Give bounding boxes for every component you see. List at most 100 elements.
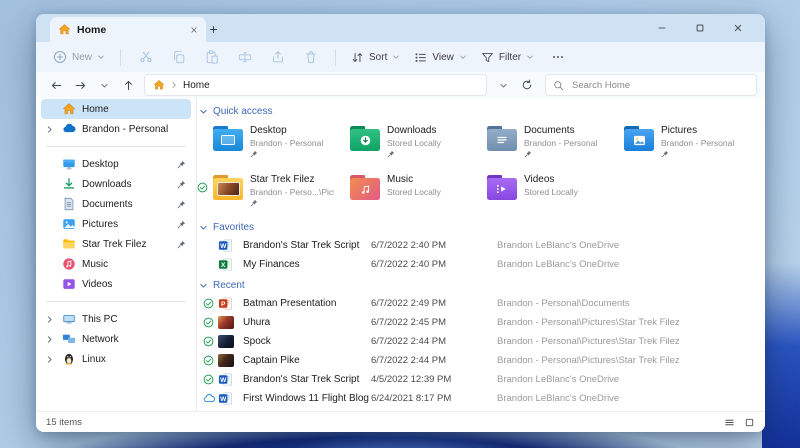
cloud-status-icon (203, 393, 218, 405)
breadcrumb[interactable]: Home (144, 74, 487, 96)
file-location: Brandon - Personal\Documents (497, 298, 630, 309)
file-row[interactable]: Brandon's Star Trek Script 6/7/2022 2:40… (197, 236, 765, 255)
tile-pictures[interactable]: Pictures Brandon - Personal (608, 122, 745, 166)
sidebar-item-documents[interactable]: Documents (41, 194, 191, 214)
search-box[interactable] (545, 74, 757, 96)
home-icon (62, 102, 76, 116)
section-header-recent[interactable]: Recent (199, 277, 765, 293)
sidebar-item-home[interactable]: Home (41, 99, 191, 119)
documents-icon (62, 197, 76, 211)
sidebar-item-videos[interactable]: Videos (41, 274, 191, 294)
status-bar: 15 items (36, 411, 765, 432)
recent-list: Batman Presentation 6/7/2022 2:49 PM Bra… (197, 294, 765, 408)
filter-label: Filter (498, 51, 522, 63)
toolbar-divider (120, 48, 122, 66)
file-row[interactable]: Brandon's Star Trek Script 4/5/2022 12:3… (197, 370, 765, 389)
back-button[interactable] (44, 74, 68, 96)
excel-file-icon (218, 257, 234, 272)
file-row[interactable]: Captain Pike 6/7/2022 2:44 PM Brandon - … (197, 351, 765, 370)
rename-icon (238, 50, 252, 64)
file-row[interactable]: Uhura 6/7/2022 2:45 PM Brandon - Persona… (197, 313, 765, 332)
chevron-right-icon[interactable] (45, 315, 56, 324)
tile-subtitle: Brandon - Personal (250, 138, 324, 148)
minimize-button[interactable] (643, 14, 681, 42)
tile-downloads[interactable]: Downloads Stored Locally (334, 122, 471, 166)
tile-name: Videos (524, 174, 555, 185)
new-tab-button[interactable] (202, 19, 224, 40)
sidebar-item-star-trek-filez[interactable]: Star Trek Filez (41, 234, 191, 254)
refresh-button[interactable] (515, 74, 539, 96)
section-header-quick-access[interactable]: Quick access (199, 103, 765, 119)
folder-icon (62, 237, 76, 251)
sidebar-item-label: Documents (82, 198, 133, 210)
delete-button[interactable] (297, 45, 324, 69)
thumbnail-view-icon[interactable] (744, 417, 755, 428)
forward-button[interactable] (68, 74, 92, 96)
item-count: 15 items (46, 416, 82, 428)
tile-documents[interactable]: Documents Brandon - Personal (471, 122, 608, 166)
cut-button[interactable] (132, 45, 159, 69)
chevron-right-icon[interactable] (45, 335, 56, 344)
sidebar-item-desktop[interactable]: Desktop (41, 154, 191, 174)
tile-subtitle: Stored Locally (387, 138, 441, 148)
date-modified: 6/7/2022 2:49 PM (371, 298, 446, 309)
tile-subtitle: Stored Locally (524, 187, 578, 197)
sidebar-item-label: Pictures (82, 218, 119, 230)
maximize-button[interactable] (681, 14, 719, 42)
sidebar-item-network[interactable]: Network (41, 329, 191, 349)
sort-button[interactable]: Sort (344, 45, 407, 69)
chevron-right-icon[interactable] (45, 125, 56, 134)
maximize-icon (695, 23, 705, 33)
copy-button[interactable] (165, 45, 192, 69)
tile-subtitle: Brandon - Personal (524, 138, 598, 148)
tile-name: Documents (524, 125, 575, 136)
downloads-icon (62, 177, 76, 191)
share-button[interactable] (264, 45, 291, 69)
close-button[interactable] (719, 14, 757, 42)
tile-music[interactable]: Music Stored Locally (334, 171, 471, 215)
sidebar-divider (46, 301, 186, 302)
section-label: Recent (213, 279, 245, 291)
sidebar-item-downloads[interactable]: Downloads (41, 174, 191, 194)
sidebar-item-music[interactable]: Music (41, 254, 191, 274)
rename-button[interactable] (231, 45, 258, 69)
search-input[interactable] (570, 78, 749, 92)
view-list-icon (414, 51, 427, 64)
address-dropdown-button[interactable] (491, 74, 515, 96)
tile-star-trek-filez[interactable]: Star Trek Filez Brandon - Perso...\Pictu… (197, 171, 334, 215)
paste-button[interactable] (198, 45, 225, 69)
sidebar-item-this-pc[interactable]: This PC (41, 309, 191, 329)
videos-folder-icon (487, 175, 517, 200)
view-label: View (432, 51, 454, 63)
home-icon (153, 79, 165, 91)
tab-close-icon[interactable] (190, 26, 198, 34)
recent-locations-button[interactable] (92, 74, 116, 96)
sidebar-item-pictures[interactable]: Pictures (41, 214, 191, 234)
file-row[interactable]: My Finances 6/7/2022 2:40 PM Brandon LeB… (197, 255, 765, 274)
view-button[interactable]: View (407, 45, 474, 69)
word-file-icon (218, 238, 234, 253)
sidebar-item-label: Network (82, 333, 119, 345)
chevron-right-icon[interactable] (45, 355, 56, 364)
file-name: Uhura (243, 317, 271, 328)
sync-ok-icon (197, 182, 208, 193)
tile-videos[interactable]: Videos Stored Locally (471, 171, 608, 215)
command-toolbar: New Sort View Filter (36, 42, 765, 72)
section-header-favorites[interactable]: Favorites (199, 219, 765, 235)
file-row[interactable]: Batman Presentation 6/7/2022 2:49 PM Bra… (197, 294, 765, 313)
photo-thumbnail (218, 354, 234, 367)
photo-thumbnail (218, 316, 234, 329)
file-row[interactable]: First Windows 11 Flight Blog Post 6/24/2… (197, 389, 765, 408)
sidebar-item-label: Star Trek Filez (82, 238, 147, 250)
tab-home[interactable]: Home (50, 17, 206, 42)
more-options-button[interactable] (544, 45, 571, 69)
filter-button[interactable]: Filter (474, 45, 541, 69)
sidebar-item-onedrive-personal[interactable]: Brandon - Personal (41, 119, 191, 139)
linux-icon (62, 352, 76, 366)
up-button[interactable] (116, 74, 140, 96)
new-button[interactable]: New (46, 45, 112, 69)
sidebar-item-linux[interactable]: Linux (41, 349, 191, 369)
tile-desktop[interactable]: Desktop Brandon - Personal (197, 122, 334, 166)
file-row[interactable]: Spock 6/7/2022 2:44 PM Brandon - Persona… (197, 332, 765, 351)
list-view-icon[interactable] (724, 417, 735, 428)
